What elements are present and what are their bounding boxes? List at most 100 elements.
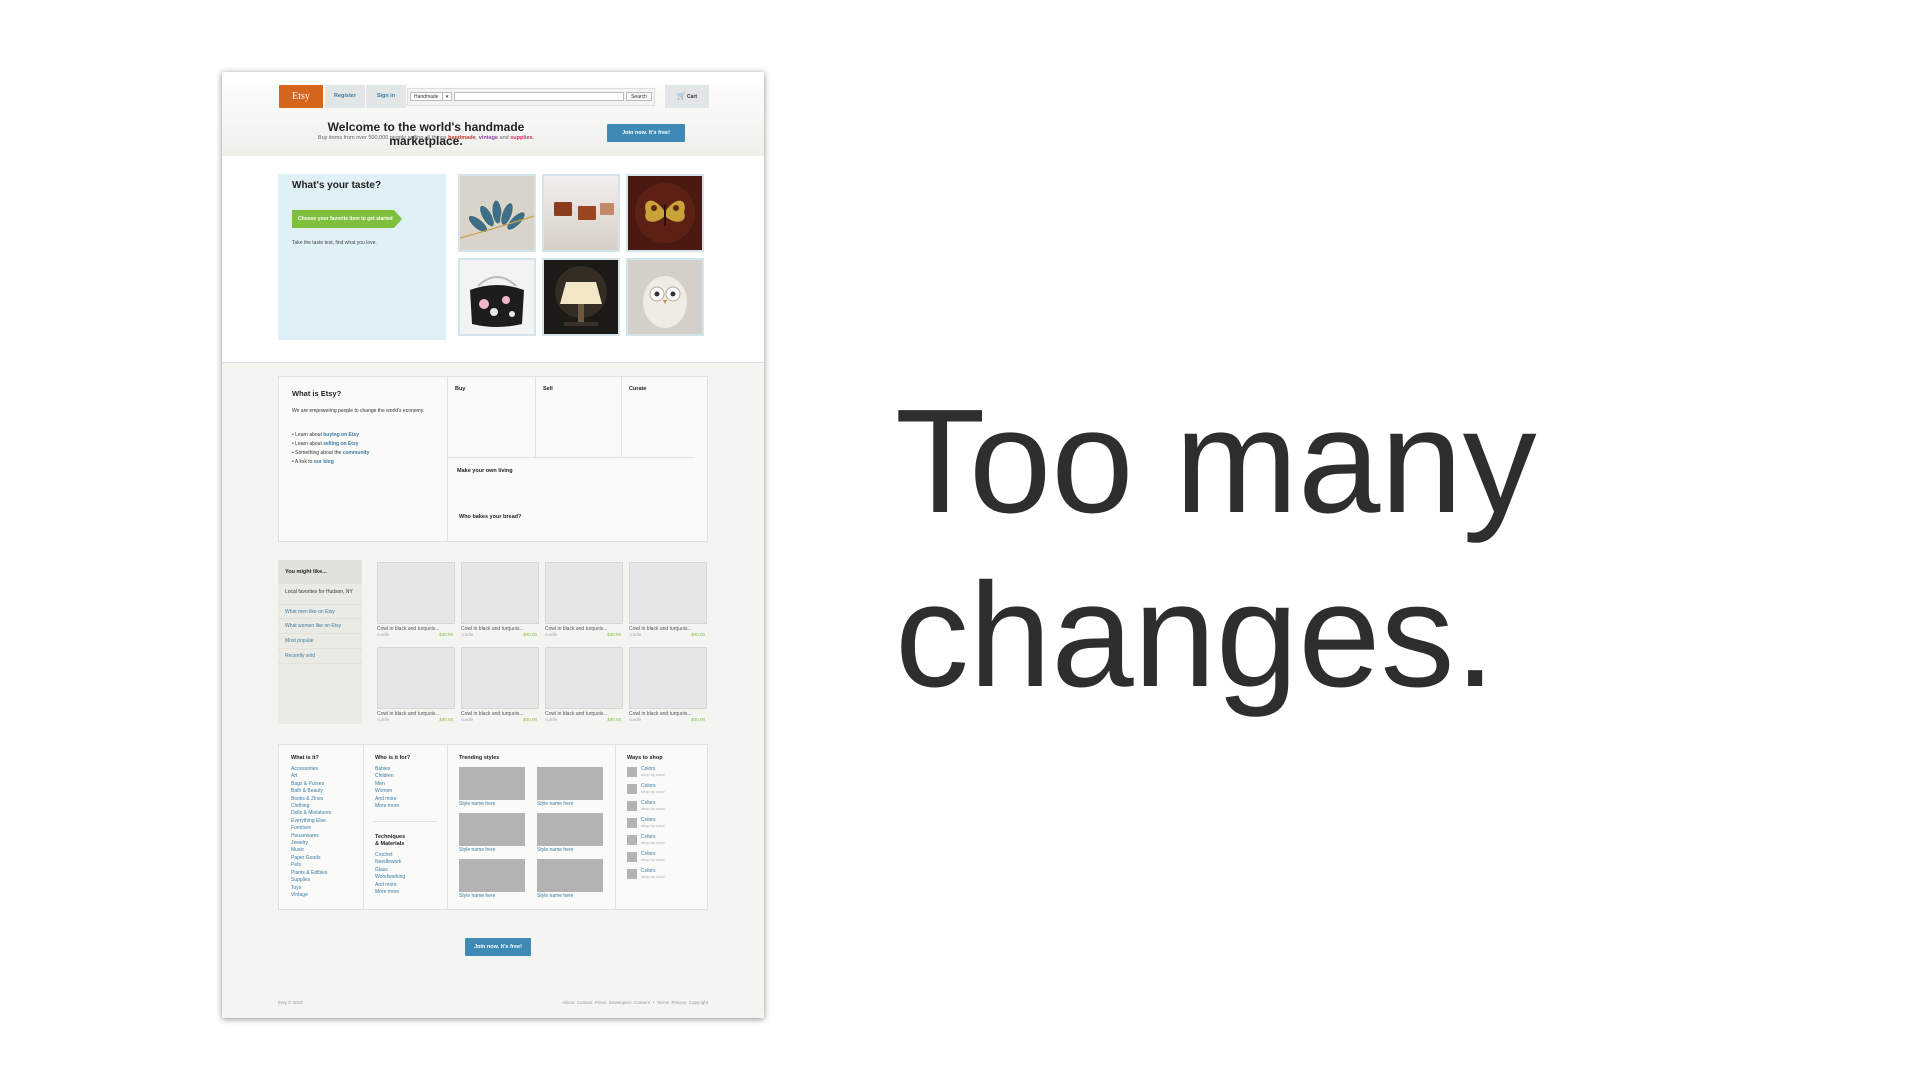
sign-in-link[interactable]: Sign in: [366, 85, 406, 108]
handmade-link[interactable]: handmade: [448, 135, 476, 141]
taste-image-leaf-necklace[interactable]: [458, 174, 536, 252]
audience-link[interactable]: Children: [375, 773, 399, 780]
audience-link[interactable]: Men: [375, 781, 399, 788]
bullet-item: • Something about the community: [292, 450, 370, 456]
product-price: $40.00: [439, 717, 453, 722]
category-link[interactable]: Furniture: [291, 825, 331, 832]
footer-link[interactable]: Terms: [657, 1000, 669, 1005]
taste-image-butterfly[interactable]: [626, 174, 704, 252]
category-link[interactable]: Pets: [291, 862, 331, 869]
style-caption: Style name here: [537, 847, 574, 853]
audience-link[interactable]: Women: [375, 788, 399, 795]
taste-image-lamp[interactable]: [542, 258, 620, 336]
footer-link[interactable]: Copyright: [689, 1000, 708, 1005]
join-button[interactable]: Join now. It's free!: [607, 124, 685, 142]
category-link[interactable]: Art: [291, 773, 331, 780]
category-link[interactable]: Dolls & Miniatures: [291, 810, 331, 817]
etsy-mockup: Etsy Register Sign in Handmade ▾ Search …: [222, 72, 764, 1018]
footer-link[interactable]: Press: [595, 1000, 607, 1005]
category-link[interactable]: Clothing: [291, 803, 331, 810]
sidebar-item-popular[interactable]: Most popular: [278, 634, 362, 649]
taste-cta[interactable]: Choose your favorite item to get started: [292, 210, 402, 228]
bullet-item: • Learn about selling on Etsy: [292, 441, 359, 447]
local-favorites[interactable]: Local favorites for Hudson, NY: [285, 589, 355, 595]
register-link[interactable]: Register: [325, 85, 365, 108]
taste-image-owl[interactable]: [626, 258, 704, 336]
make-living-heading: Make your own living: [457, 468, 513, 474]
category-link[interactable]: Bath & Beauty: [291, 788, 331, 795]
community-link[interactable]: community: [343, 450, 370, 456]
product-card[interactable]: Cowl in black and turquois... curdle $40.0…: [377, 562, 455, 637]
lamp-image: [544, 260, 618, 334]
category-link[interactable]: Vintage: [291, 892, 331, 899]
technique-link[interactable]: Crochet: [375, 852, 405, 859]
bullet-item: • A link to our blog: [292, 459, 334, 465]
product-card[interactable]: Cowl in black and turquois... curdle $40.0…: [545, 562, 623, 637]
caramels-image: [544, 176, 618, 250]
buying-link[interactable]: buying on Etsy: [323, 432, 359, 438]
blog-link[interactable]: our blog: [314, 459, 334, 465]
ways-to-shop-title: Ways to shop: [627, 755, 663, 761]
might-like-title: You might like...: [285, 569, 327, 575]
style-tile[interactable]: Style name here: [537, 859, 603, 899]
technique-link[interactable]: Needlework: [375, 859, 405, 866]
cart-button[interactable]: 🛒 Cart: [665, 85, 709, 108]
category-link[interactable]: Supplies: [291, 877, 331, 884]
headline-line: changes.: [895, 553, 1496, 718]
category-link[interactable]: Plants & Edibles: [291, 870, 331, 877]
category-link[interactable]: Bags & Purses: [291, 781, 331, 788]
slide-headline: Too many changes.: [895, 375, 1537, 723]
technique-link[interactable]: And more: [375, 882, 405, 889]
product-card[interactable]: Cowl in black and turquois... curdle $40.0…: [629, 647, 707, 722]
footer-link[interactable]: Contact: [577, 1000, 593, 1005]
supplies-link[interactable]: supplies: [510, 135, 532, 141]
search-button[interactable]: Search: [626, 92, 652, 101]
product-price: $40.00: [607, 632, 621, 637]
bottom-join-button[interactable]: Join now. It's free!: [465, 938, 531, 956]
footer-link[interactable]: Privacy: [671, 1000, 686, 1005]
divider: [621, 377, 622, 457]
style-tile[interactable]: Style name here: [537, 767, 603, 807]
selling-link[interactable]: selling on Etsy: [323, 441, 358, 447]
etsy-logo[interactable]: Etsy: [279, 85, 323, 108]
style-tile[interactable]: Style name here: [459, 859, 525, 899]
category-link[interactable]: Books & Zines: [291, 796, 331, 803]
footer-link[interactable]: About: [563, 1000, 575, 1005]
sidebar-item-men[interactable]: What men like on Etsy: [278, 604, 362, 619]
trending-styles-title: Trending styles: [459, 755, 500, 761]
sidebar-item-recent[interactable]: Recently sold: [278, 649, 362, 664]
product-card[interactable]: Cowl in black and turquois... curdle $40.0…: [545, 647, 623, 722]
technique-link[interactable]: More more: [375, 889, 405, 896]
divider: [363, 745, 364, 909]
cart-label: Cart: [687, 94, 698, 100]
footer-link[interactable]: Careers: [634, 1000, 650, 1005]
footer-link[interactable]: Developers: [609, 1000, 632, 1005]
technique-link[interactable]: Woodworking: [375, 874, 405, 881]
vintage-link[interactable]: vintage: [479, 135, 498, 141]
category-link[interactable]: Paper Goods: [291, 855, 331, 862]
color-swatch-icon: [627, 852, 637, 862]
taste-image-caramels[interactable]: [542, 174, 620, 252]
taste-image-purse[interactable]: [458, 258, 536, 336]
style-tile[interactable]: Style name here: [459, 813, 525, 853]
product-card[interactable]: Cowl in black and turquois... curdle $40.0…: [461, 647, 539, 722]
audience-link[interactable]: Babies: [375, 766, 399, 773]
category-link[interactable]: Housewares: [291, 833, 331, 840]
product-card[interactable]: Cowl in black and turquois... curdle $40.0…: [377, 647, 455, 722]
sidebar-item-women[interactable]: What women like on Etsy: [278, 619, 362, 634]
category-select[interactable]: Handmade ▾: [410, 92, 452, 101]
product-card[interactable]: Cowl in black and turquois... curdle $40.0…: [629, 562, 707, 637]
category-link[interactable]: Toys: [291, 885, 331, 892]
category-link[interactable]: Jewelry: [291, 840, 331, 847]
category-link[interactable]: Everything Else: [291, 818, 331, 825]
style-thumbnail: [459, 813, 525, 846]
category-link[interactable]: Accessories: [291, 766, 331, 773]
technique-link[interactable]: Glass: [375, 867, 405, 874]
category-link[interactable]: Music: [291, 847, 331, 854]
audience-link[interactable]: And more: [375, 796, 399, 803]
style-tile[interactable]: Style name here: [459, 767, 525, 807]
style-tile[interactable]: Style name here: [537, 813, 603, 853]
search-input[interactable]: [454, 92, 624, 101]
product-card[interactable]: Cowl in black and turquois... curdle $40.0…: [461, 562, 539, 637]
audience-link[interactable]: More more: [375, 803, 399, 810]
